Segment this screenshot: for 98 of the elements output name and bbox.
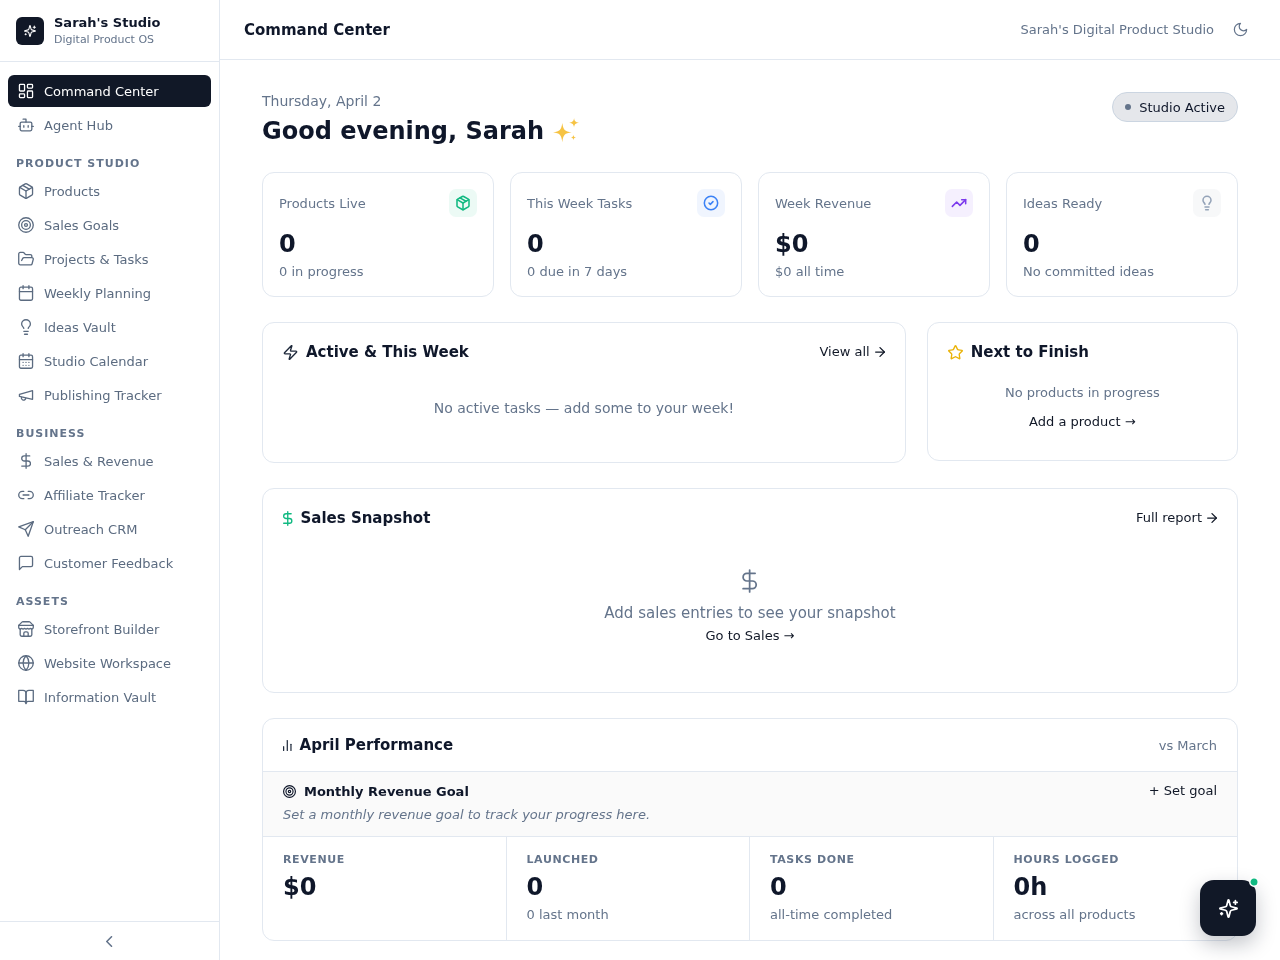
- box-icon: [18, 183, 34, 199]
- nav-item[interactable]: Outreach CRM: [8, 513, 211, 545]
- view-all-link[interactable]: View all: [819, 343, 885, 361]
- stat-caption: No committed ideas: [1023, 263, 1156, 281]
- nav-item[interactable]: Projects & Tasks: [8, 243, 211, 275]
- nav-item[interactable]: Storefront Builder: [8, 613, 211, 645]
- nav-item[interactable]: Affiliate Tracker: [8, 479, 211, 511]
- studio-name-label: Sarah's Digital Product Studio: [1020, 22, 1214, 37]
- goal-hint: Set a monthly revenue goal to track your progress here.: [283, 806, 652, 824]
- status-dot-icon: [1249, 877, 1259, 887]
- book-icon: [18, 689, 34, 705]
- date-label: Thursday, April 2: [262, 92, 382, 111]
- empty-state-text: Add sales entries to see your snapshot: [604, 603, 896, 623]
- card-title: Sales Snapshot: [300, 509, 431, 527]
- stat-caption: 0 in progress: [279, 263, 365, 281]
- metric-caption: all-time completed: [770, 906, 894, 924]
- nav-item[interactable]: Customer Feedback: [8, 547, 211, 579]
- stat-label: Products Live: [279, 195, 366, 211]
- globe-icon: [18, 655, 34, 671]
- dollar-icon: [283, 510, 293, 526]
- metric-label: LAUNCHED: [526, 853, 600, 867]
- stat-caption: 0 due in 7 days: [527, 263, 629, 281]
- logo-icon: [16, 16, 44, 45]
- nav-item[interactable]: Information Vault: [8, 681, 211, 713]
- metric-label: HOURS LOGGED: [1013, 853, 1121, 867]
- nav-item[interactable]: Publishing Tracker: [8, 379, 211, 411]
- chevron-left-icon: [106, 935, 113, 947]
- dollar-icon: [742, 569, 758, 593]
- arrow-right-icon: [1207, 513, 1217, 523]
- calendar-icon: [18, 285, 34, 301]
- nav-item[interactable]: Command Center: [8, 75, 211, 107]
- stat-label: Week Revenue: [775, 195, 872, 211]
- stat-value: 0: [527, 229, 545, 259]
- nav-item[interactable]: Ideas Vault: [8, 311, 211, 343]
- target-icon: [283, 784, 296, 798]
- folder-icon: [18, 251, 34, 267]
- metric-label: TASKS DONE: [770, 853, 856, 867]
- full-report-link[interactable]: Full report: [1135, 509, 1217, 527]
- nav-item[interactable]: Sales & Revenue: [8, 445, 211, 477]
- metric-label: REVENUE: [283, 853, 346, 867]
- paper-plane-icon: [18, 521, 34, 537]
- calendar-icon: [18, 353, 34, 369]
- nav-section-heading: PRODUCT STUDIO: [16, 157, 141, 170]
- chat-bubble-icon: [18, 555, 34, 571]
- nav-item[interactable]: Products: [8, 175, 211, 207]
- status-dot-icon: [1125, 104, 1132, 110]
- megaphone-icon: [18, 387, 34, 403]
- page-title: Command Center: [244, 20, 390, 39]
- set-goal-button[interactable]: + Set goal: [1148, 782, 1217, 800]
- studio-title: Sarah's Studio: [54, 14, 161, 31]
- add-product-link[interactable]: Add a product →: [1029, 413, 1136, 431]
- sparkles-icon: [553, 118, 580, 144]
- trend-up-icon: [945, 189, 973, 217]
- nav-section-heading: ASSETS: [16, 595, 69, 608]
- nav-item[interactable]: Weekly Planning: [8, 277, 211, 309]
- box-icon: [449, 189, 477, 217]
- dollar-icon: [20, 453, 32, 469]
- lightbulb-icon: [18, 319, 34, 335]
- metric-value: 0: [770, 872, 788, 902]
- store-icon: [18, 621, 34, 637]
- card-title: April Performance: [299, 736, 454, 754]
- lightbulb-icon: [1193, 189, 1221, 217]
- greeting-heading: Good evening, Sarah: [262, 116, 545, 147]
- nav-item[interactable]: Studio Calendar: [8, 345, 211, 377]
- stat-caption: $0 all time: [775, 263, 846, 281]
- sparkles-icon: [1218, 898, 1238, 918]
- metric-value: 0: [526, 872, 545, 902]
- target-icon: [18, 217, 34, 233]
- studio-subtitle: Digital Product OS: [54, 32, 156, 47]
- moon-icon: [1232, 22, 1248, 37]
- goal-title: Monthly Revenue Goal: [304, 783, 469, 799]
- bar-chart-icon: [283, 739, 292, 751]
- nav-item[interactable]: Agent Hub: [8, 109, 211, 141]
- card-title: Active & This Week: [306, 343, 469, 361]
- empty-state-text: No active tasks — add some to your week!: [432, 399, 735, 418]
- empty-state-text: No products in progress: [1003, 384, 1161, 402]
- assistant-button[interactable]: [1200, 880, 1256, 936]
- stat-value: $0: [775, 229, 810, 259]
- stat-label: Ideas Ready: [1023, 195, 1103, 211]
- star-icon: [947, 344, 963, 360]
- comparison-label: vs March: [1158, 737, 1217, 753]
- nav-item[interactable]: Website Workspace: [8, 647, 211, 679]
- lightning-icon: [283, 344, 298, 360]
- nav-item[interactable]: Sales Goals: [8, 209, 211, 241]
- stat-value: 0: [1023, 229, 1041, 259]
- dashboard-icon: [18, 83, 34, 99]
- status-label: Studio Active: [1139, 99, 1225, 115]
- metric-value: $0: [283, 872, 318, 902]
- go-to-sales-link[interactable]: Go to Sales →: [705, 627, 795, 645]
- metric-caption: across all products: [1013, 906, 1137, 924]
- card-title: Next to Finish: [970, 343, 1089, 361]
- stat-label: This Week Tasks: [527, 195, 633, 211]
- stat-value: 0: [279, 229, 297, 259]
- metric-caption: 0 last month: [526, 906, 610, 924]
- arrow-right-icon: [874, 347, 885, 357]
- robot-icon: [18, 117, 34, 133]
- nav-section-heading: BUSINESS: [16, 427, 86, 440]
- metric-value: 0h: [1013, 872, 1049, 902]
